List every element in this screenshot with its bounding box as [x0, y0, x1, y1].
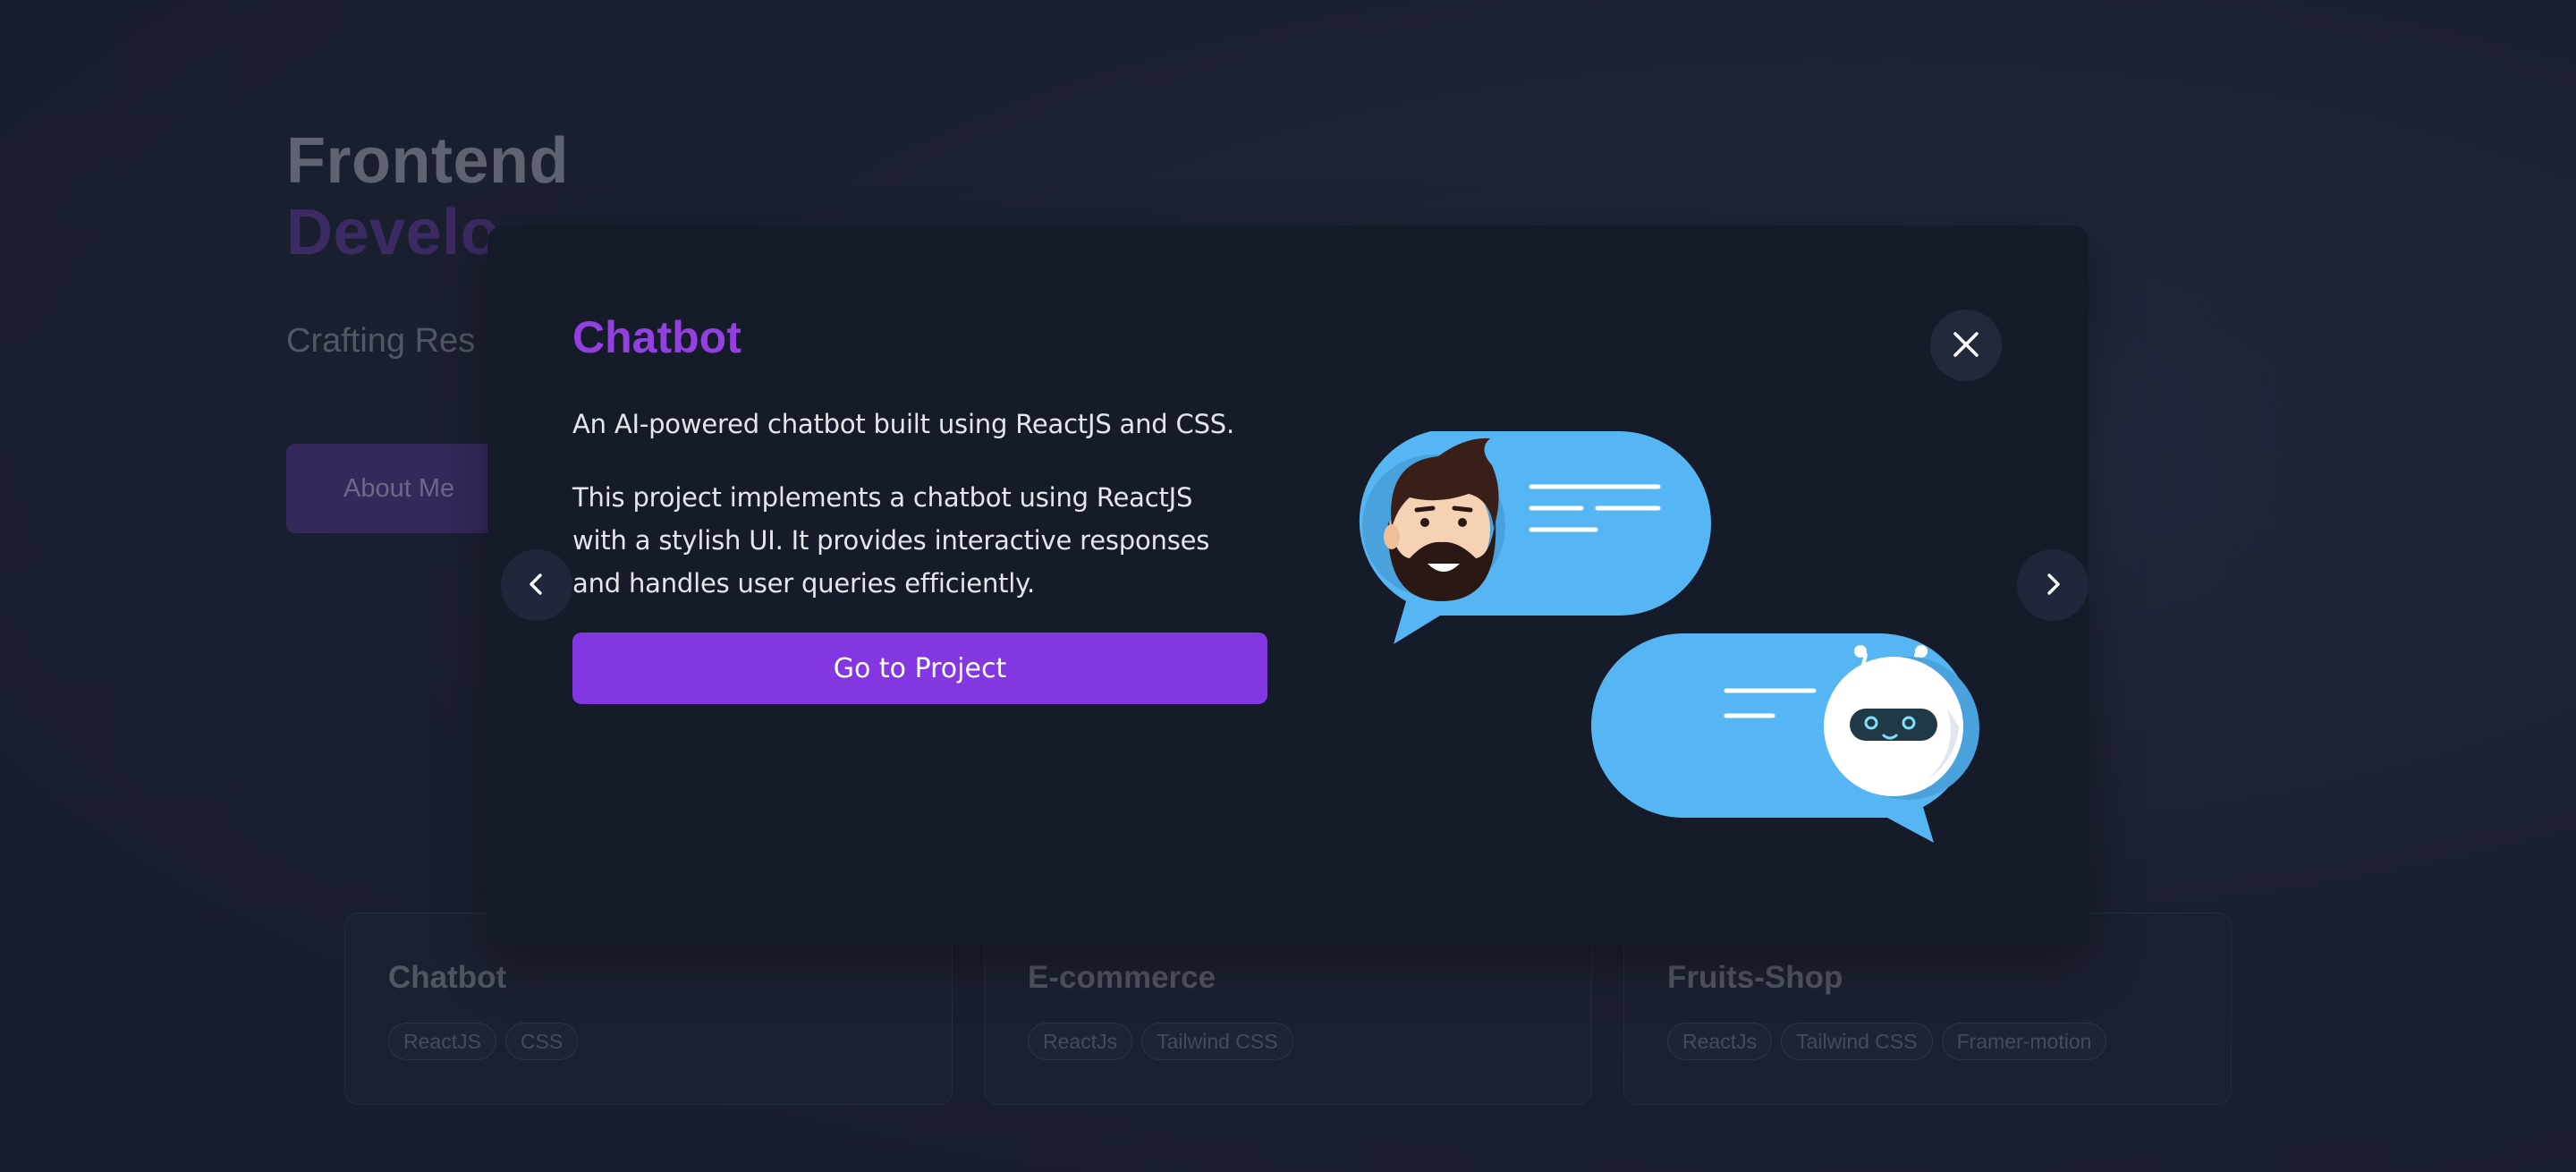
portfolio-page: Frontend Develo Crafting Res About Me Ch… — [0, 0, 2576, 1172]
modal-short-description: An AI-powered chatbot built using ReactJ… — [572, 409, 1235, 439]
close-button[interactable] — [1930, 310, 2002, 381]
chevron-left-icon — [524, 572, 549, 599]
modal-long-description: This project implements a chatbot using … — [572, 482, 1210, 599]
modal-title: Chatbot — [572, 312, 741, 362]
close-icon — [1950, 328, 1982, 363]
go-to-project-button[interactable]: Go to Project — [572, 633, 1267, 704]
robot-chat-bubble — [1591, 633, 1979, 843]
previous-project-button[interactable] — [501, 549, 572, 621]
project-modal: Chatbot An AI-powered chatbot built usin… — [487, 225, 2089, 946]
human-chat-bubble — [1359, 431, 1711, 644]
chevron-right-icon — [2040, 572, 2065, 599]
project-illustration — [1359, 431, 1979, 843]
